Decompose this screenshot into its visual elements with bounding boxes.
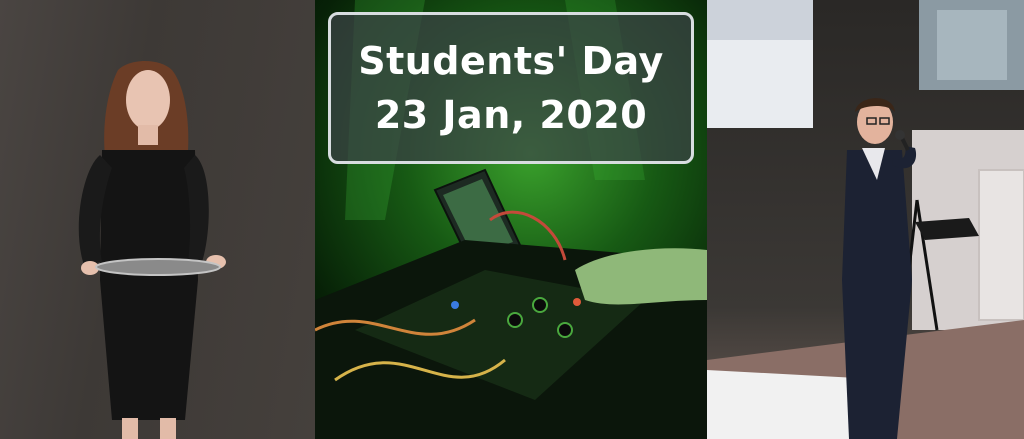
man-speaking-microphone-photo (707, 0, 1024, 439)
woman-holding-tray-photo (0, 0, 315, 439)
event-title: Students' Day (358, 39, 664, 83)
event-title-banner: Students' Day 23 Jan, 2020 (328, 12, 694, 164)
event-date: 23 Jan, 2020 (374, 93, 648, 137)
speaker-illustration (707, 0, 1024, 439)
woman-illustration (78, 61, 226, 439)
photo-collage: Students' Day 23 Jan, 2020 (0, 0, 1024, 439)
